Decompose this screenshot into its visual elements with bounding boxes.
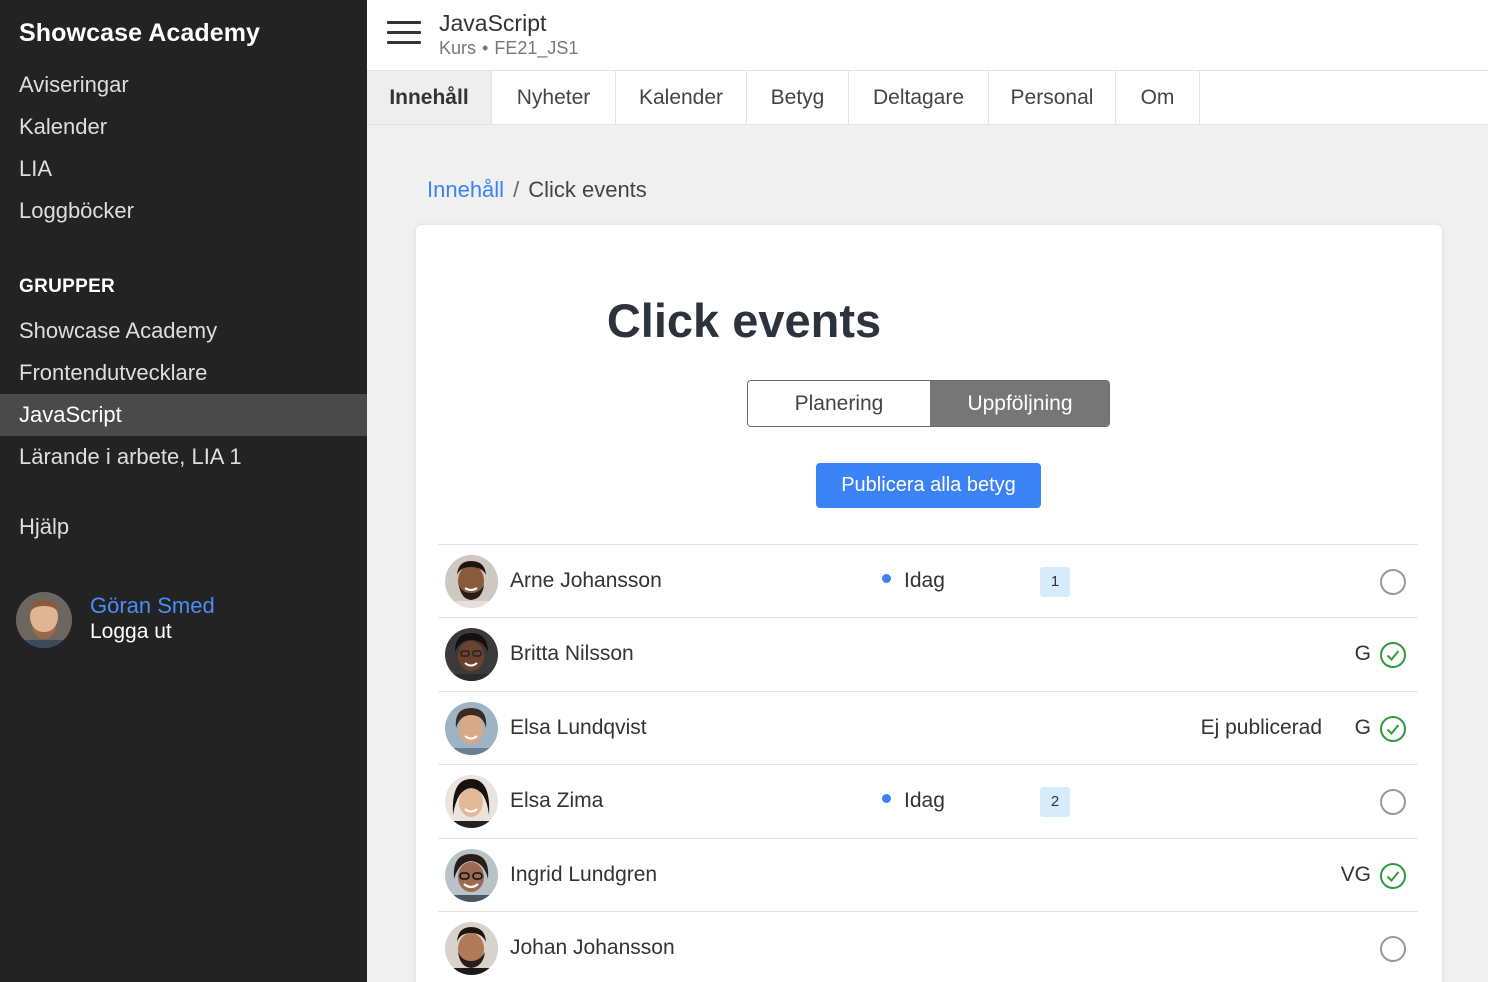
course-separator: • <box>482 38 489 58</box>
view-toggle: Planering Uppföljning <box>747 380 1110 427</box>
submission-status: Idag <box>882 569 945 593</box>
check-circle-icon[interactable] <box>1379 715 1407 743</box>
group-frontendutvecklare[interactable]: Frontendutvecklare <box>0 352 367 394</box>
status-dot-icon <box>882 573 891 583</box>
course-header: JavaScript Kurs • FE21_JS1 <box>367 0 1488 71</box>
check-circle-icon[interactable] <box>1379 641 1407 669</box>
course-title: JavaScript <box>439 10 547 36</box>
tab-nyheter[interactable]: Nyheter <box>492 71 616 124</box>
student-name: Britta Nilsson <box>510 642 634 665</box>
student-avatar <box>445 775 498 828</box>
nav-kalender[interactable]: Kalender <box>0 106 367 148</box>
course-tabs: Innehåll Nyheter Kalender Betyg Deltagar… <box>367 71 1488 125</box>
student-name: Ingrid Lundgren <box>510 863 658 886</box>
segment-uppfoljning[interactable]: Uppföljning <box>930 381 1109 426</box>
student-row[interactable]: Johan Johansson <box>438 911 1418 982</box>
user-avatar[interactable] <box>16 592 72 648</box>
sidebar: Showcase Academy Aviseringar Kalender LI… <box>0 0 367 982</box>
student-name: Elsa Zima <box>510 789 604 812</box>
status-dot-icon <box>882 793 891 803</box>
count-badge: 1 <box>1040 567 1070 597</box>
student-avatar <box>445 922 498 975</box>
group-javascript[interactable]: JavaScript <box>0 394 367 436</box>
tab-personal[interactable]: Personal <box>989 71 1116 124</box>
tab-kalender[interactable]: Kalender <box>616 71 747 124</box>
unpublished-label: Ej publicerad <box>1200 716 1322 739</box>
student-row[interactable]: Britta Nilsson G <box>438 617 1418 691</box>
brand-title[interactable]: Showcase Academy <box>19 19 260 48</box>
grade-label: G <box>1354 642 1371 665</box>
breadcrumb-separator: / <box>513 177 520 202</box>
grade-label: G <box>1354 716 1371 739</box>
breadcrumb-parent-link[interactable]: Innehåll <box>427 177 504 202</box>
student-name: Elsa Lundqvist <box>510 716 647 739</box>
student-row[interactable]: Ingrid Lundgren VG <box>438 838 1418 912</box>
course-subtitle: Kurs • FE21_JS1 <box>439 38 578 59</box>
student-avatar <box>445 555 498 608</box>
nav-aviseringar[interactable]: Aviseringar <box>0 64 367 106</box>
student-name: Johan Johansson <box>510 936 675 959</box>
tab-deltagare[interactable]: Deltagare <box>849 71 989 124</box>
empty-circle-icon[interactable] <box>1379 935 1407 963</box>
student-avatar <box>445 628 498 681</box>
breadcrumb: Innehåll / Click events <box>427 177 647 203</box>
student-avatar <box>445 849 498 902</box>
count-badge: 2 <box>1040 787 1070 817</box>
student-row[interactable]: Elsa Zima Idag 2 <box>438 764 1418 838</box>
status-text: Idag <box>904 569 945 592</box>
group-larande-i-arbete[interactable]: Lärande i arbete, LIA 1 <box>0 436 367 478</box>
tab-innehall[interactable]: Innehåll <box>367 71 492 124</box>
nav-lia[interactable]: LIA <box>0 148 367 190</box>
empty-circle-icon[interactable] <box>1379 788 1407 816</box>
user-name-link[interactable]: Göran Smed <box>90 593 215 619</box>
course-code: FE21_JS1 <box>494 38 579 58</box>
tab-om[interactable]: Om <box>1116 71 1200 124</box>
segment-planering[interactable]: Planering <box>748 381 930 426</box>
course-type: Kurs <box>439 38 477 58</box>
page-title: Click events <box>606 294 882 347</box>
student-row[interactable]: Elsa Lundqvist Ej publicerad G <box>438 691 1418 765</box>
student-name: Arne Johansson <box>510 569 662 592</box>
status-text: Idag <box>904 789 945 812</box>
user-panel: Göran Smed Logga ut <box>16 592 356 650</box>
student-row[interactable]: Arne Johansson Idag 1 <box>438 544 1418 618</box>
submission-status: Idag <box>882 789 945 813</box>
check-circle-icon[interactable] <box>1379 862 1407 890</box>
logout-link[interactable]: Logga ut <box>90 620 172 644</box>
tab-betyg[interactable]: Betyg <box>747 71 849 124</box>
grade-label: VG <box>1340 863 1371 886</box>
hamburger-icon[interactable] <box>387 21 421 45</box>
nav-hjalp[interactable]: Hjälp <box>0 506 367 548</box>
publish-all-grades-button[interactable]: Publicera alla betyg <box>816 463 1041 508</box>
student-avatar <box>445 702 498 755</box>
empty-circle-icon[interactable] <box>1379 568 1407 596</box>
nav-loggbocker[interactable]: Loggböcker <box>0 190 367 232</box>
breadcrumb-current: Click events <box>528 177 647 202</box>
